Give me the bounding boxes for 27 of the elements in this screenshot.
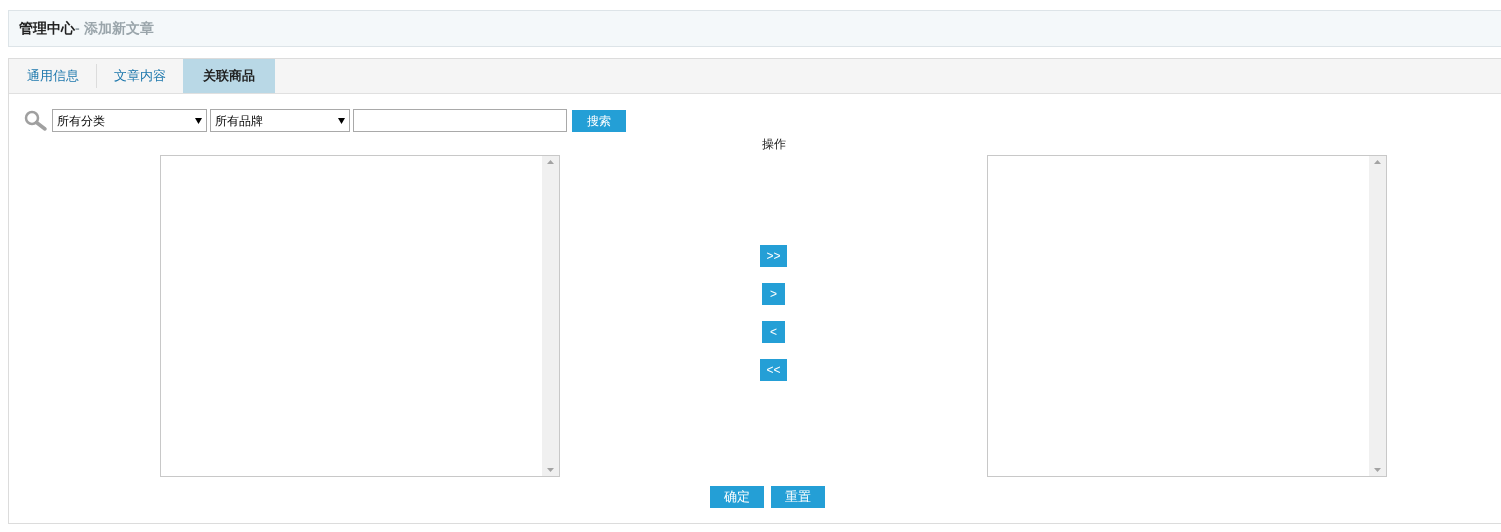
page-title: 管理中心 — [19, 19, 75, 38]
page-subtitle: - 添加新文章 — [75, 19, 154, 38]
scroll-down-icon[interactable] — [1374, 468, 1381, 472]
reset-button[interactable]: 重置 — [771, 486, 825, 508]
move-button[interactable]: < — [762, 321, 785, 343]
scroll-up-icon[interactable] — [547, 160, 554, 164]
tab[interactable]: 通用信息 — [10, 59, 96, 93]
scrollbar[interactable] — [1369, 156, 1386, 476]
scrollbar[interactable] — [542, 156, 559, 476]
move-button[interactable]: << — [760, 359, 787, 381]
dropdown[interactable]: 所有品牌 — [210, 109, 350, 132]
search-icon — [24, 109, 48, 132]
caret-icon — [338, 117, 345, 124]
search-button[interactable]: 搜索 — [572, 109, 626, 132]
tab[interactable]: 文章内容 — [97, 59, 183, 93]
list-box[interactable] — [987, 155, 1387, 477]
scroll-down-icon[interactable] — [547, 468, 554, 472]
caret-icon — [195, 117, 202, 124]
dropdown[interactable]: 所有分类 — [52, 109, 207, 132]
tab[interactable]: 关联商品 — [183, 59, 275, 93]
keyword-field[interactable] — [353, 109, 567, 132]
operation-label: 操作 — [761, 136, 786, 153]
list-box[interactable] — [160, 155, 560, 477]
move-button[interactable]: > — [762, 283, 785, 305]
scroll-up-icon[interactable] — [1374, 160, 1381, 164]
move-button[interactable]: >> — [760, 245, 787, 267]
confirm-button[interactable]: 确定 — [710, 486, 764, 508]
